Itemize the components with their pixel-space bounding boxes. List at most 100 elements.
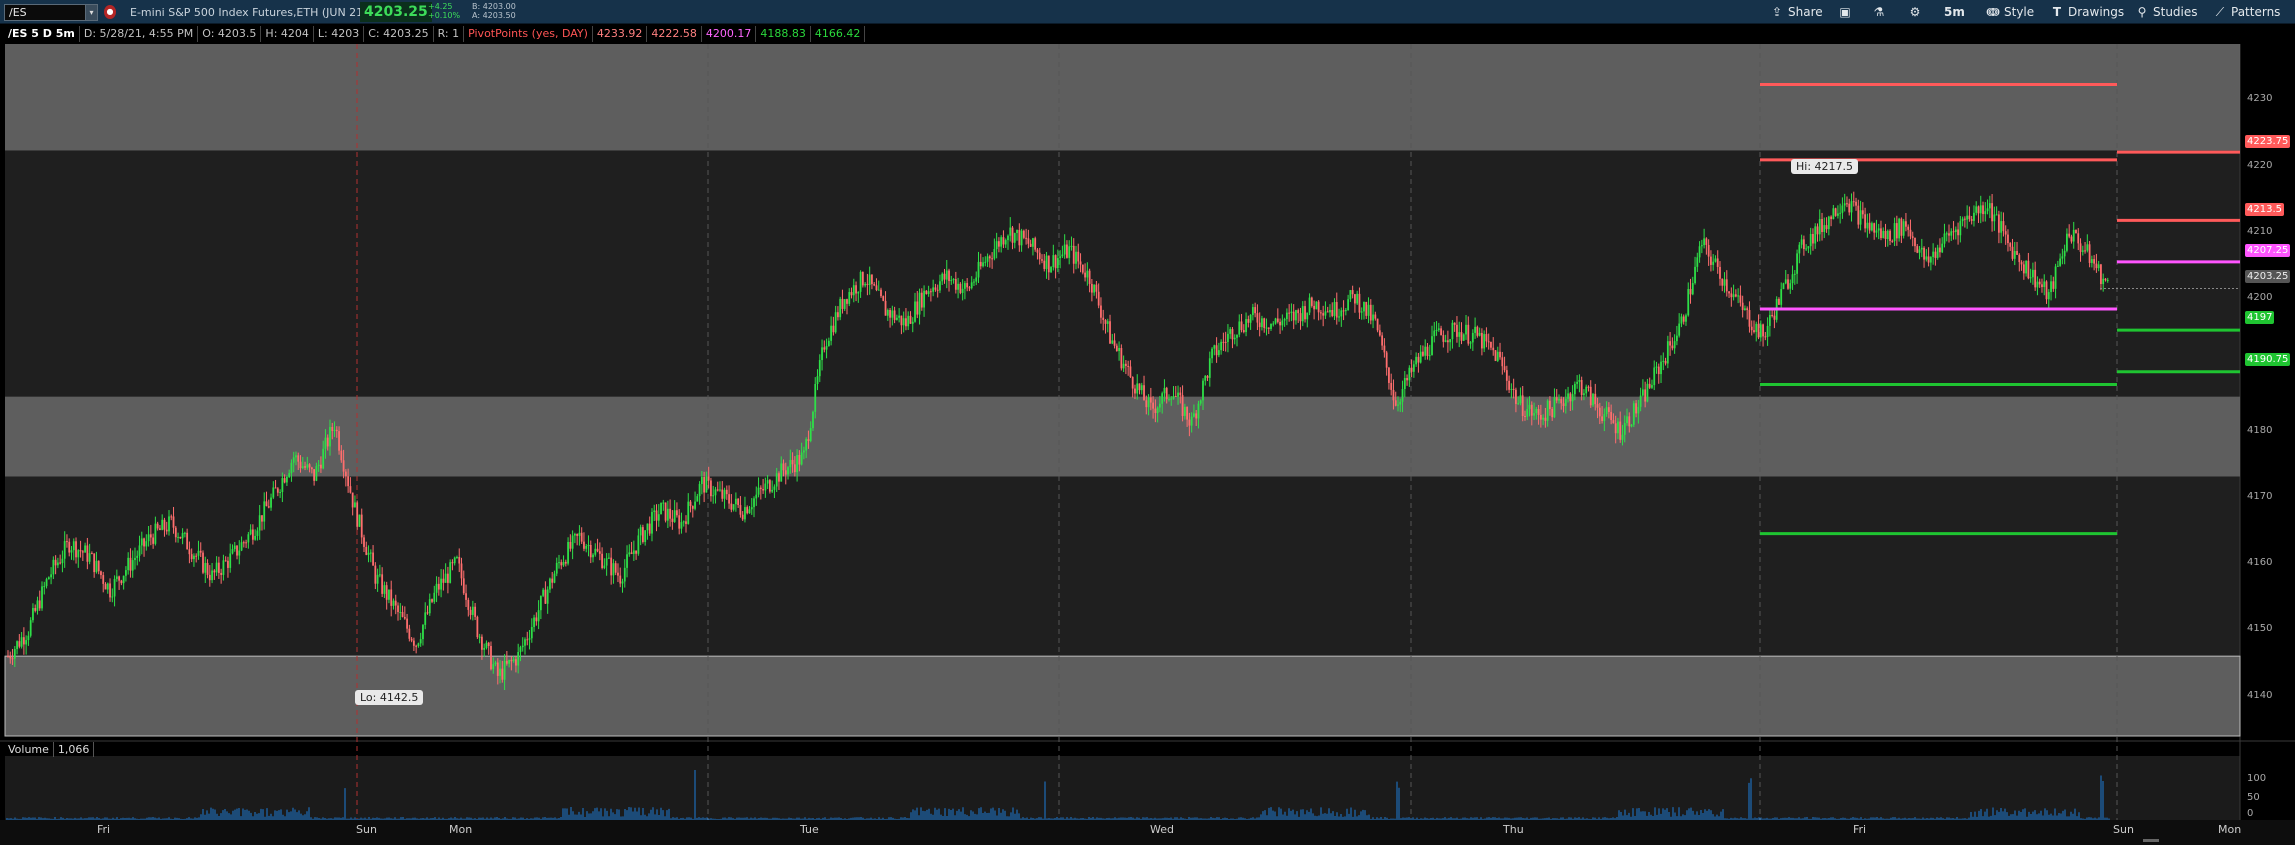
candle-body [857,291,860,294]
candle-body [1172,396,1175,399]
candle-body [721,489,724,499]
candle-body [1521,395,1524,416]
candle-body [732,504,735,510]
candle-body [1682,316,1685,322]
candle-body [1149,397,1152,403]
time-axis[interactable]: Fri Sun Mon Tue Wed Thu Fri Sun Mon [0,820,2295,845]
candle-body [1276,318,1279,322]
candle-body [1623,423,1626,435]
candle-body [753,498,755,508]
candle-body [490,645,492,670]
candle-body [1798,244,1801,254]
candle-body [1689,288,1692,295]
price-chart[interactable] [0,0,2295,845]
candle-body [1261,318,1263,328]
candle-body [562,561,565,566]
candle-body [1403,377,1406,390]
candle-body [512,659,515,662]
candle-body [1551,408,1554,418]
candle-body [1170,398,1173,400]
candle-body [295,455,297,458]
candle-body [1542,417,1545,420]
candle-body [1918,249,1921,253]
candle-body [521,645,524,648]
candle-body [1578,380,1581,382]
candle-body [1948,233,1950,236]
candle-body [866,283,869,286]
candle-body [1285,312,1288,320]
candle-body [1762,324,1764,337]
price-flag-s2: 4190.75 [2245,353,2291,366]
candle-body [1476,326,1479,336]
candle-body [1952,231,1955,233]
candle-body [1533,413,1535,416]
candle-body [1916,246,1919,253]
candle-body [1846,203,1848,205]
candle-body [41,586,43,609]
candle-body [1546,400,1549,421]
candle-body [585,546,588,549]
candle-body [2032,269,2034,278]
legend-study-name[interactable]: PivotPoints (yes, DAY) [464,26,593,42]
candle-body [771,489,774,492]
candle-body [1238,321,1241,335]
candle-body [1753,330,1755,332]
candle-body [669,508,672,519]
candle-body [1721,278,1724,286]
candle-body [365,546,368,555]
candle-body [27,635,30,641]
candle-body [1467,324,1470,344]
candle-body [1054,255,1057,269]
candle-body [1991,203,1993,222]
candle-body [664,502,667,521]
candle-body [13,649,16,659]
candle-body [848,292,851,304]
candle-body [79,550,82,552]
candle-body [1365,301,1368,316]
candle-body [755,494,758,499]
candle-body [592,554,594,558]
candle-body [1156,407,1159,414]
candle-body [642,527,644,542]
candle-body [1773,315,1776,320]
candle-body [2079,243,2082,252]
candle-body [1378,330,1381,336]
candle-body [791,459,794,465]
low-callout: Lo: 4142.5 [355,690,424,705]
candle-body [397,605,399,613]
candle-body [1902,221,1905,236]
candle-body [723,489,726,499]
candle-body [1891,240,1894,242]
candle-body [1487,341,1490,343]
candle-body [995,241,998,250]
candle-body [1333,302,1336,316]
candle-body [138,545,141,556]
candle-body [1000,237,1003,247]
candle-body [653,510,656,513]
candle-body [106,583,109,590]
candle-body [1292,311,1295,321]
candle-body [789,459,792,468]
candle-body [356,502,359,527]
candle-body [1823,225,1826,233]
candle-body [2056,265,2059,267]
candle-body [1975,206,1978,213]
candle-body [1512,388,1515,390]
candle-body [2045,281,2048,300]
volume-header: Volume 1,066 [4,742,95,757]
candle-body [240,542,243,551]
candle-body [991,258,994,260]
candle-body [50,574,52,578]
candle-body [351,492,354,508]
candle-body [315,466,318,481]
candle-body [705,476,708,493]
candle-body [1734,294,1737,297]
candle-body [1410,367,1413,372]
candle-body [202,552,204,573]
candle-body [1628,416,1631,427]
candle-body [249,529,252,535]
candle-body [1161,393,1164,404]
candle-body [519,647,522,652]
candle-body [18,641,21,647]
candle-body [174,527,177,538]
